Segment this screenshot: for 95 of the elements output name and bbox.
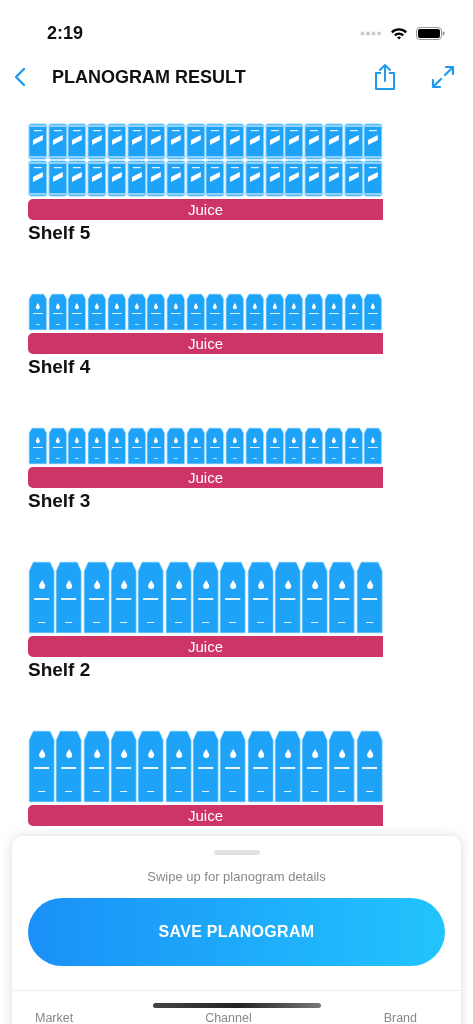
juice-can-drawing	[146, 123, 167, 160]
juice-can-drawing	[166, 123, 186, 160]
juice-carton-drawing	[205, 293, 226, 331]
juice-carton-drawing	[363, 293, 383, 331]
category-bar: Juice	[28, 333, 383, 354]
juice-carton-drawing	[363, 427, 383, 465]
juice-carton-drawing	[106, 293, 127, 331]
swipe-hint: Swipe up for planogram details	[146, 868, 327, 886]
juice-can-drawing	[126, 160, 147, 197]
juice-carton-drawing	[28, 293, 48, 331]
juice-can-drawing	[225, 123, 245, 160]
juice-carton-drawing	[185, 427, 206, 465]
sheet-tab[interactable]: Channel	[205, 1011, 252, 1024]
juice-carton-drawing	[244, 293, 265, 331]
juice-carton-drawing	[47, 427, 68, 465]
juice-can-drawing	[304, 123, 324, 160]
expand-icon[interactable]	[431, 65, 455, 89]
juice-can-drawing	[244, 160, 265, 197]
save-planogram-button[interactable]: SAVE PLANOGRAM	[28, 897, 445, 966]
juice-carton-drawing	[225, 293, 245, 331]
juice-can-drawing	[264, 160, 285, 197]
sheet-tab[interactable]: Market	[35, 1011, 74, 1024]
juice-carton-drawing	[166, 293, 186, 331]
drag-handle[interactable]	[213, 850, 260, 855]
juice-carton-drawing	[323, 427, 344, 465]
juice-can-drawing	[87, 123, 107, 160]
juice-can-drawing	[126, 123, 147, 160]
juice-can-drawing	[28, 160, 48, 197]
juice-carton-drawing	[244, 427, 265, 465]
juice-carton-drawing	[284, 293, 305, 331]
juice-carton-drawing	[166, 427, 186, 465]
juice-carton-drawing	[106, 427, 127, 465]
juice-carton-drawing	[67, 427, 88, 465]
juice-can-drawing	[343, 123, 364, 160]
page-title: PLANOGRAM RESULT	[52, 65, 246, 89]
juice-can-drawing	[225, 160, 245, 197]
signal-icon	[360, 30, 382, 36]
juice-carton-drawing	[67, 293, 88, 331]
juice-can-drawing	[67, 123, 88, 160]
juice-carton-drawing	[146, 293, 167, 331]
juice-can-drawing	[323, 123, 344, 160]
juice-can-drawing	[323, 160, 344, 197]
juice-carton-drawing	[87, 293, 107, 331]
category-bar: Juice	[28, 636, 383, 657]
juice-can-drawing	[47, 123, 68, 160]
juice-can-drawing	[28, 123, 48, 160]
juice-can-drawing	[106, 123, 127, 160]
juice-carton-drawing	[146, 427, 167, 465]
sheet-tab[interactable]: Brand	[383, 1011, 417, 1024]
category-bar: Juice	[28, 805, 383, 826]
share-icon[interactable]	[373, 63, 397, 91]
juice-carton-drawing	[126, 293, 147, 331]
wifi-icon	[390, 26, 408, 40]
juice-carton-drawing	[264, 293, 285, 331]
juice-carton-drawing	[225, 427, 245, 465]
shelf-label: Shelf 5	[28, 221, 92, 245]
back-button[interactable]	[14, 67, 26, 87]
juice-can-drawing	[264, 123, 285, 160]
juice-can-drawing	[87, 160, 107, 197]
juice-carton-drawing	[205, 427, 226, 465]
juice-can-drawing	[343, 160, 364, 197]
juice-can-drawing	[363, 160, 383, 197]
juice-can-drawing	[244, 123, 265, 160]
juice-carton-drawing	[47, 293, 68, 331]
juice-carton-drawing	[304, 293, 324, 331]
juice-carton-drawing	[28, 427, 48, 465]
battery-icon	[416, 26, 445, 40]
juice-can-drawing	[67, 160, 88, 197]
shelf-label: Shelf 4	[28, 355, 92, 379]
juice-can-drawing	[304, 160, 324, 197]
juice-can-drawing	[284, 160, 305, 197]
juice-carton-drawing	[323, 293, 344, 331]
juice-can-drawing	[185, 123, 206, 160]
juice-carton-drawing	[284, 427, 305, 465]
juice-carton-drawing	[87, 427, 107, 465]
juice-carton-drawing	[185, 293, 206, 331]
juice-carton-drawing	[304, 427, 324, 465]
juice-can-drawing	[185, 160, 206, 197]
juice-can-drawing	[205, 123, 226, 160]
juice-can-drawing	[166, 160, 186, 197]
shelf-label: Shelf 2	[28, 658, 92, 682]
category-bar: Juice	[28, 199, 383, 220]
shelf-label: Shelf 3	[28, 489, 92, 513]
juice-can-drawing	[47, 160, 68, 197]
juice-can-drawing	[284, 123, 305, 160]
juice-can-drawing	[205, 160, 226, 197]
juice-can-drawing	[146, 160, 167, 197]
juice-carton-drawing	[126, 427, 147, 465]
status-time: 2:19	[47, 21, 84, 45]
juice-can-drawing	[363, 123, 383, 160]
juice-carton-drawing	[343, 427, 364, 465]
category-bar: Juice	[28, 467, 383, 488]
juice-carton-drawing	[264, 427, 285, 465]
juice-can-drawing	[106, 160, 127, 197]
juice-carton-drawing	[343, 293, 364, 331]
